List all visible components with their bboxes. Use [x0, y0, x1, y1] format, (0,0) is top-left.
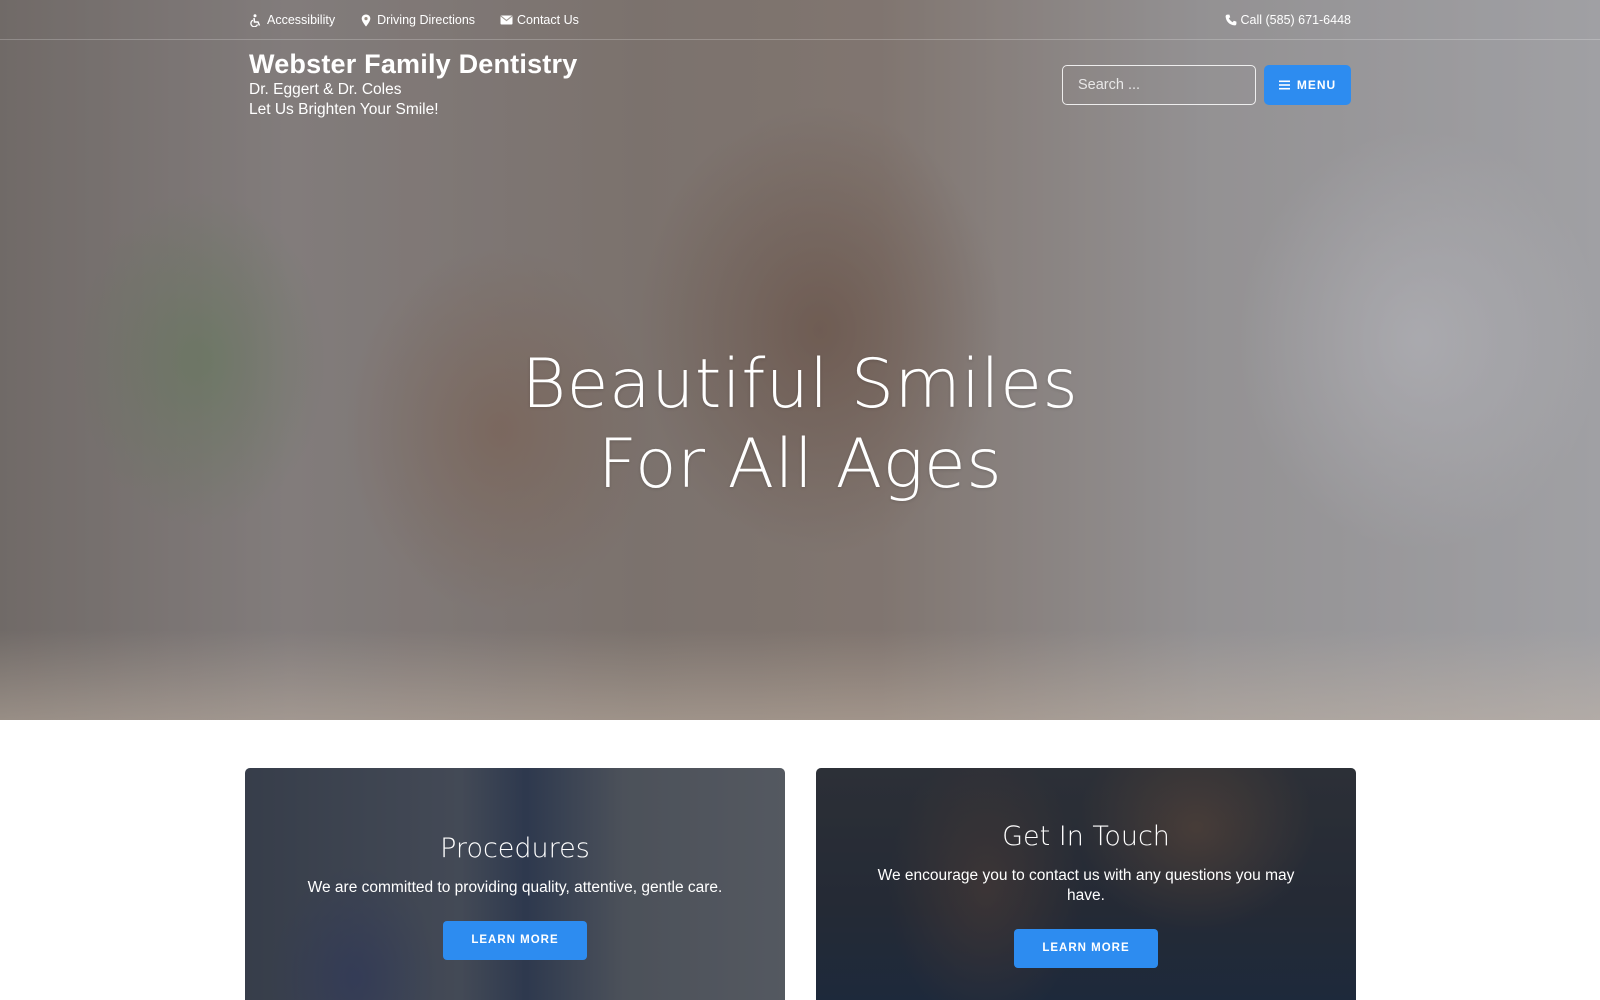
- search-input[interactable]: [1063, 66, 1255, 104]
- envelope-icon: [499, 13, 513, 27]
- procedures-card-title: Procedures: [440, 833, 590, 864]
- get-in-touch-card-title: Get In Touch: [1002, 821, 1170, 852]
- hero-headline-line-2: For All Ages: [597, 425, 1003, 504]
- hero-headline: Beautiful Smiles For All Ages: [0, 345, 1600, 505]
- phone-icon: [1225, 14, 1237, 26]
- site-title: Webster Family Dentistry: [249, 49, 578, 79]
- site-tagline: Let Us Brighten Your Smile!: [249, 101, 439, 118]
- get-in-touch-card: Get In Touch We encourage you to contact…: [816, 768, 1356, 1000]
- hamburger-icon: [1278, 80, 1290, 90]
- menu-button-label: MENU: [1296, 78, 1337, 92]
- contact-us-link[interactable]: Contact Us: [499, 13, 579, 27]
- map-marker-icon: [359, 13, 373, 27]
- accessibility-link-label: Accessibility: [267, 13, 336, 27]
- top-utility-bar: Accessibility Driving Directions Contact…: [0, 0, 1600, 40]
- procedures-card: Procedures We are committed to providing…: [245, 768, 785, 1000]
- driving-directions-link-label: Driving Directions: [377, 13, 476, 27]
- site-brand[interactable]: Webster Family Dentistry Dr. Eggert & Dr…: [249, 48, 577, 120]
- hero-headline-line-1: Beautiful Smiles: [521, 345, 1079, 424]
- search-form: [1062, 65, 1256, 105]
- call-phone-label: Call (585) 671-6448: [1240, 13, 1352, 27]
- call-phone-link[interactable]: Call (585) 671-6448: [1225, 13, 1352, 27]
- hero-banner: Accessibility Driving Directions Contact…: [0, 0, 1600, 720]
- site-doctors: Dr. Eggert & Dr. Coles: [249, 81, 402, 98]
- procedures-card-text: We are committed to providing quality, a…: [307, 879, 723, 896]
- get-in-touch-card-text: We encourage you to contact us with any …: [877, 867, 1295, 904]
- driving-directions-link[interactable]: Driving Directions: [359, 13, 475, 27]
- wheelchair-icon: [249, 13, 263, 27]
- get-in-touch-learn-more-button[interactable]: LEARN MORE: [1014, 929, 1158, 968]
- hero-image-floor: [0, 630, 1600, 720]
- procedures-learn-more-button[interactable]: LEARN MORE: [443, 921, 587, 960]
- contact-us-link-label: Contact Us: [517, 13, 579, 27]
- menu-button[interactable]: MENU: [1264, 65, 1351, 105]
- accessibility-link[interactable]: Accessibility: [249, 13, 335, 27]
